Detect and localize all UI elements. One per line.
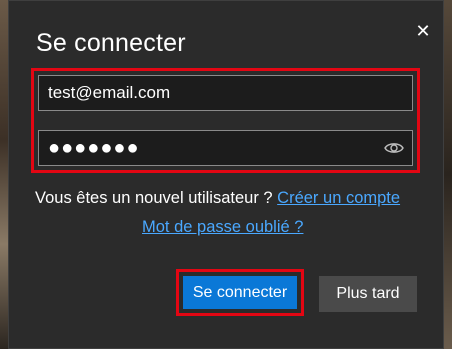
create-account-link[interactable]: Créer un compte bbox=[277, 189, 400, 207]
close-button[interactable]: ✕ bbox=[411, 19, 435, 43]
close-icon: ✕ bbox=[415, 21, 431, 41]
later-button[interactable]: Plus tard bbox=[319, 276, 417, 312]
dialog-title: Se connecter bbox=[36, 29, 186, 57]
sign-in-button[interactable]: Se connecter bbox=[183, 276, 297, 309]
forgot-password-link[interactable]: Mot de passe oublié ? bbox=[142, 218, 303, 237]
email-field[interactable]: test@email.com bbox=[38, 75, 413, 111]
background-right bbox=[444, 0, 452, 349]
eye-icon[interactable] bbox=[384, 140, 404, 156]
background-left bbox=[0, 0, 8, 349]
email-value: test@email.com bbox=[48, 83, 171, 102]
sign-in-dialog: Se connecter ✕ test@email.com ●●●●●●● Vo… bbox=[8, 0, 444, 349]
sign-in-highlight: Se connecter bbox=[176, 269, 304, 316]
password-value: ●●●●●●● bbox=[48, 137, 140, 159]
password-field[interactable]: ●●●●●●● bbox=[38, 130, 413, 166]
signup-line: Vous êtes un nouvel utilisateur ? Créer … bbox=[35, 189, 400, 208]
credentials-highlight: test@email.com ●●●●●●● bbox=[31, 68, 420, 173]
signup-prompt: Vous êtes un nouvel utilisateur ? bbox=[35, 189, 273, 207]
